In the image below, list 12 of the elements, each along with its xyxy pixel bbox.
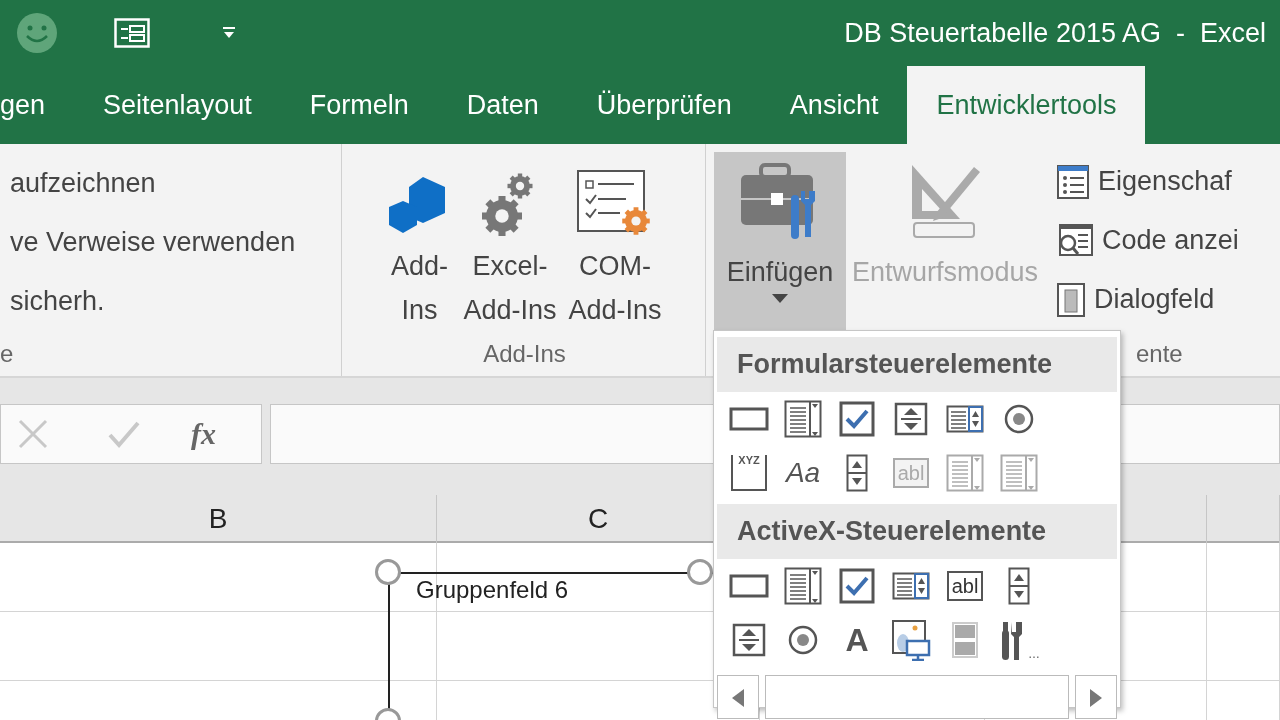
section-header: ActiveX-Steuerelemente <box>737 515 1047 549</box>
section-header: Formularsteuerelemente <box>737 348 1053 382</box>
tools-icon: … <box>998 620 1040 660</box>
group-label: Add-Ins <box>482 339 567 369</box>
group-label: ente <box>1136 339 1184 369</box>
label-icon: A <box>845 622 869 658</box>
group-box-icon: XYZ <box>731 455 767 491</box>
label-icon: Aa <box>785 455 821 491</box>
text-box-icon: abl <box>946 571 984 601</box>
window-title: DB Steuertabelle 2015 AG - Excel <box>844 16 1266 50</box>
group-label: e <box>0 339 15 369</box>
text-box-icon: abl <box>892 458 930 488</box>
